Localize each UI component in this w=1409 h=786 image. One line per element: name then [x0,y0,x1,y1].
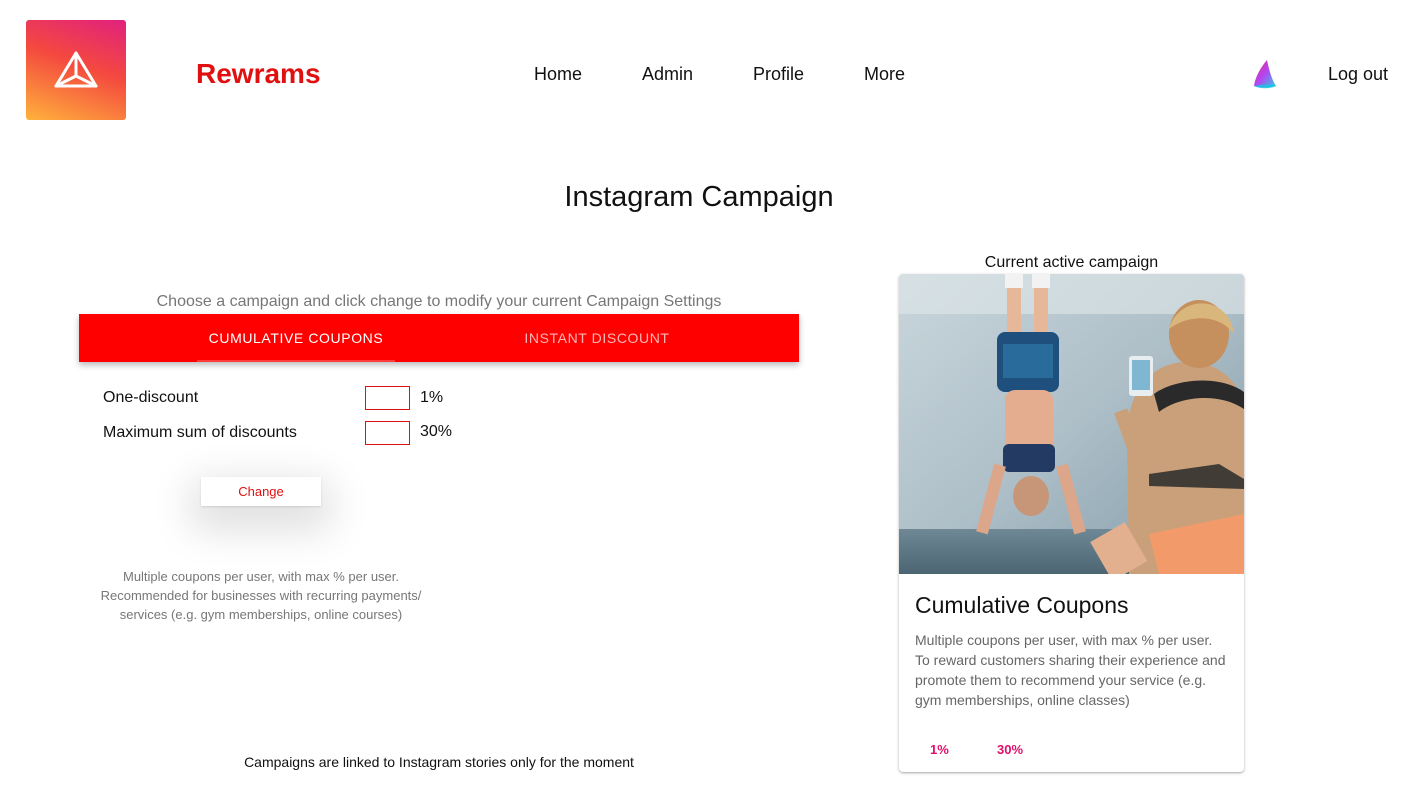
active-campaign-heading: Current active campaign [984,254,1159,271]
campaign-tabs: CUMULATIVE COUPONS INSTANT DISCOUNT [79,314,799,362]
one-discount-input[interactable] [365,386,410,410]
nav-home[interactable]: Home [534,64,582,85]
page-title: Instagram Campaign [564,181,834,213]
brand-swoosh-icon[interactable] [1250,58,1280,92]
active-tab-indicator [197,360,395,362]
card-stat-max-discount: 30% [997,742,1024,757]
tab-cumulative-coupons[interactable]: CUMULATIVE COUPONS [197,314,395,362]
campaign-instruction: Choose a campaign and click change to mo… [156,293,722,310]
card-description: Multiple coupons per user, with max % pe… [915,632,1226,708]
one-discount-value: 1% [420,389,444,406]
campaign-photo [899,274,1244,574]
tab-instant-discount[interactable]: INSTANT DISCOUNT [497,314,697,362]
change-button[interactable]: Change [201,477,321,506]
campaign-description: Multiple coupons per user, with max % pe… [100,569,422,622]
triangle-logo-icon [54,51,98,88]
nav-more[interactable]: More [864,64,905,85]
active-campaign-card: Cumulative Coupons Multiple coupons per … [899,274,1244,772]
card-stat-one-discount: 1% [930,742,949,757]
nav-admin[interactable]: Admin [642,64,693,85]
logo-icon[interactable] [26,20,126,120]
footer-note: Campaigns are linked to Instagram storie… [244,754,634,770]
one-discount-label: One-discount [103,389,199,406]
max-discount-input[interactable] [365,421,410,445]
card-title: Cumulative Coupons [915,592,1129,618]
nav-profile[interactable]: Profile [753,64,804,85]
max-discount-label: Maximum sum of discounts [103,424,297,441]
logout-link[interactable]: Log out [1328,64,1388,85]
brand-name[interactable]: Rewrams [196,58,321,90]
max-discount-value: 30% [420,423,453,440]
page: Rewrams Home Admin Profile More Log out … [0,0,1409,786]
